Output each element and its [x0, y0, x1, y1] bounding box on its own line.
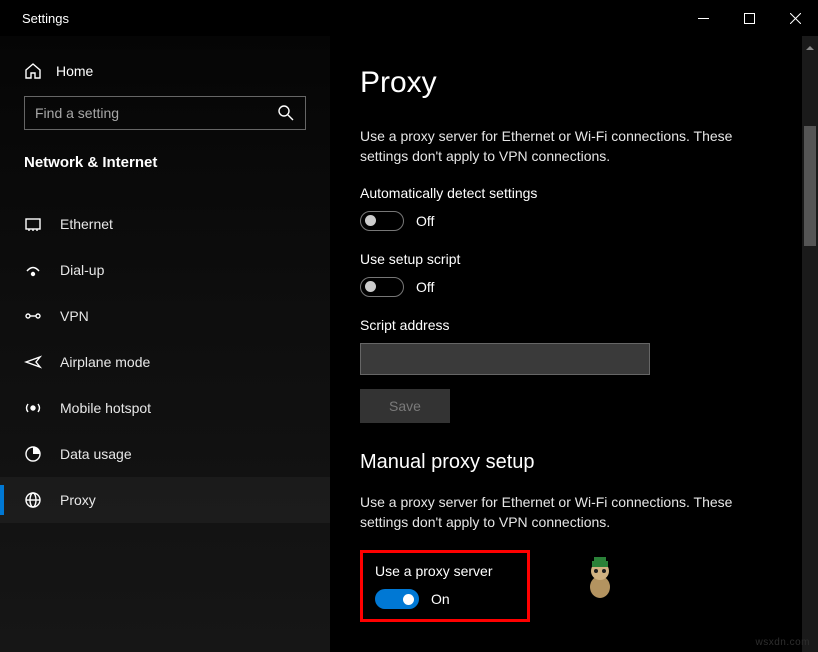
data-usage-icon	[24, 445, 42, 463]
dialup-icon	[24, 261, 42, 279]
search-input[interactable]	[35, 105, 265, 121]
sidebar-item-vpn[interactable]: VPN	[0, 293, 330, 339]
home-icon	[24, 62, 42, 80]
sidebar-section-title: Network & Internet	[0, 148, 330, 183]
toggle-knob	[365, 215, 376, 226]
manual-proxy-description: Use a proxy server for Ethernet or Wi-Fi…	[360, 492, 780, 533]
home-nav[interactable]: Home	[0, 54, 330, 96]
sidebar-item-label: Ethernet	[60, 216, 113, 232]
watermark: wsxdn.com	[755, 637, 810, 648]
title-bar: Settings	[0, 0, 818, 36]
script-address-input[interactable]	[360, 343, 650, 375]
auto-detect-state: Off	[416, 213, 434, 229]
window-controls	[680, 2, 818, 34]
search-box[interactable]	[24, 96, 306, 130]
scrollbar-thumb[interactable]	[804, 126, 816, 246]
maximize-icon	[744, 13, 755, 24]
sidebar-item-proxy[interactable]: Proxy	[0, 477, 330, 523]
auto-detect-toggle[interactable]	[360, 211, 404, 231]
sidebar-item-datausage[interactable]: Data usage	[0, 431, 330, 477]
sidebar-item-label: Dial-up	[60, 262, 104, 278]
sidebar-item-label: Airplane mode	[60, 354, 150, 370]
vpn-icon	[24, 307, 42, 325]
sidebar-item-label: Proxy	[60, 492, 96, 508]
proxy-icon	[24, 491, 42, 509]
sidebar-item-hotspot[interactable]: Mobile hotspot	[0, 385, 330, 431]
maximize-button[interactable]	[726, 2, 772, 34]
use-script-label: Use setup script	[360, 251, 788, 267]
hotspot-icon	[24, 399, 42, 417]
auto-proxy-description: Use a proxy server for Ethernet or Wi-Fi…	[360, 126, 780, 167]
highlight-annotation: Use a proxy server On	[360, 550, 530, 622]
app-title: Settings	[0, 11, 69, 26]
sidebar-item-label: VPN	[60, 308, 89, 324]
home-label: Home	[56, 63, 93, 79]
vertical-scrollbar[interactable]	[802, 36, 818, 652]
main-content: Proxy Use a proxy server for Ethernet or…	[330, 36, 818, 652]
sidebar-nav: Ethernet Dial-up VPN Airplane mode Mobil…	[0, 201, 330, 523]
close-icon	[790, 13, 801, 24]
use-proxy-state: On	[431, 591, 450, 607]
sidebar-item-label: Mobile hotspot	[60, 400, 151, 416]
search-icon	[277, 104, 295, 122]
mascot-image	[582, 557, 618, 602]
manual-proxy-heading: Manual proxy setup	[360, 451, 788, 474]
minimize-button[interactable]	[680, 2, 726, 34]
sidebar-item-ethernet[interactable]: Ethernet	[0, 201, 330, 247]
sidebar-item-airplane[interactable]: Airplane mode	[0, 339, 330, 385]
close-button[interactable]	[772, 2, 818, 34]
ethernet-icon	[24, 215, 42, 233]
page-title: Proxy	[360, 66, 788, 100]
use-script-toggle[interactable]	[360, 277, 404, 297]
scroll-up-arrow-icon[interactable]	[805, 40, 815, 50]
use-proxy-label: Use a proxy server	[375, 563, 515, 579]
sidebar-item-dialup[interactable]: Dial-up	[0, 247, 330, 293]
airplane-icon	[24, 353, 42, 371]
script-address-label: Script address	[360, 317, 788, 333]
auto-detect-label: Automatically detect settings	[360, 185, 788, 201]
toggle-knob	[403, 594, 414, 605]
toggle-knob	[365, 281, 376, 292]
use-script-state: Off	[416, 279, 434, 295]
save-button[interactable]: Save	[360, 389, 450, 423]
sidebar-item-label: Data usage	[60, 446, 132, 462]
minimize-icon	[698, 13, 709, 24]
sidebar: Home Network & Internet Ethernet Dial-up	[0, 36, 330, 652]
use-proxy-toggle[interactable]	[375, 589, 419, 609]
